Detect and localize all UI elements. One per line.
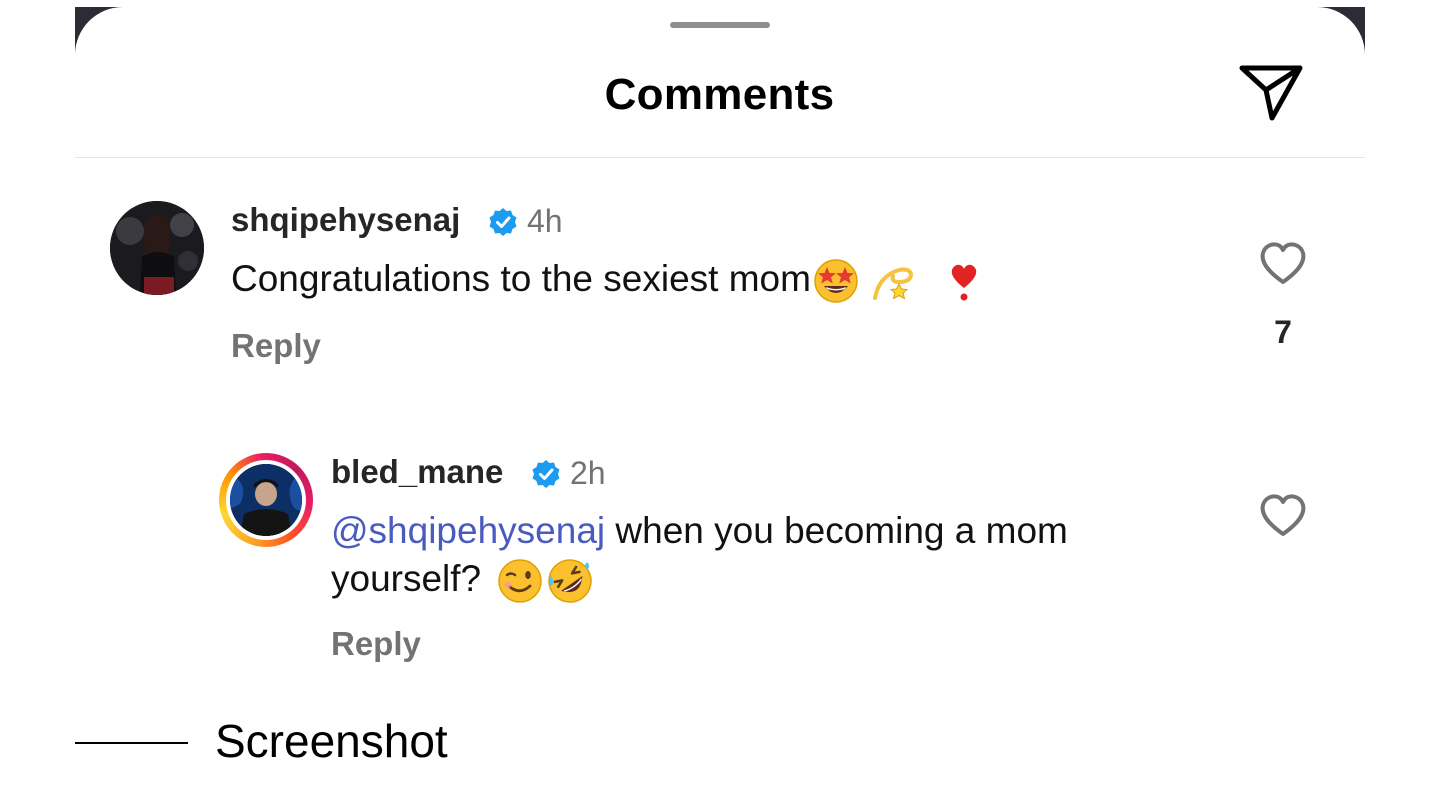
rolling-on-floor-laughing-emoji-icon xyxy=(548,559,592,603)
comment-text-line-1: @shqipehysenaj when you becoming a mom xyxy=(331,507,1068,555)
share-button[interactable] xyxy=(1236,60,1306,124)
comment-username[interactable]: bled_mane xyxy=(331,453,503,491)
comment-username[interactable]: shqipehysenaj xyxy=(231,201,460,239)
dizzy-emoji-icon xyxy=(872,267,913,301)
page-title: Comments xyxy=(604,70,835,119)
verified-badge-icon xyxy=(489,208,517,236)
verified-badge-icon xyxy=(532,460,560,488)
comment-text-line-2: yourself? xyxy=(331,555,593,604)
comment-body: Congratulations to the sexiest mom xyxy=(231,258,811,299)
comment-timestamp: 4h xyxy=(527,203,563,239)
winking-face-emoji-icon xyxy=(498,559,542,603)
mention-link[interactable]: @shqipehysenaj xyxy=(331,510,605,551)
caption-rule xyxy=(75,742,188,744)
like-button[interactable] xyxy=(1258,492,1308,538)
like-button[interactable] xyxy=(1258,240,1308,286)
reply-button[interactable]: Reply xyxy=(231,327,321,365)
heart-icon xyxy=(1260,494,1306,536)
paper-plane-icon xyxy=(1239,65,1303,121)
caption-label: Screenshot xyxy=(215,715,448,767)
comment-text: Congratulations to the sexiest mom xyxy=(231,255,987,304)
heart-icon xyxy=(1260,242,1306,284)
comment-body: when you becoming a mom xyxy=(605,510,1068,551)
avatar-ring-gap xyxy=(226,460,306,540)
comment-body-continued: yourself? xyxy=(331,558,482,599)
reply-button[interactable]: Reply xyxy=(331,625,421,663)
heart-exclamation-emoji-icon xyxy=(951,264,977,301)
sheet-drag-handle[interactable] xyxy=(670,22,770,28)
header-divider xyxy=(75,157,1365,158)
star-struck-emoji-icon xyxy=(814,259,858,303)
comment-timestamp: 2h xyxy=(570,455,606,491)
avatar-story-ring[interactable] xyxy=(219,453,313,547)
avatar[interactable] xyxy=(110,201,204,295)
avatar-photo xyxy=(230,464,302,536)
avatar-photo xyxy=(110,201,204,295)
avatar xyxy=(230,464,302,536)
like-count: 7 xyxy=(1274,314,1292,350)
